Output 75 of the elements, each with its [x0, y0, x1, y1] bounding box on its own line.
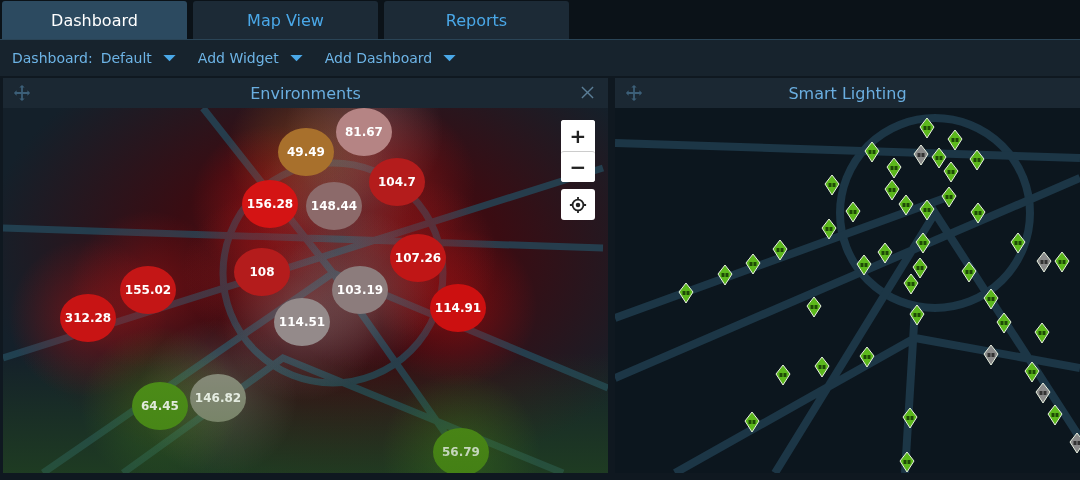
street-lamp-icon[interactable]: [775, 364, 791, 386]
street-lamp-icon[interactable]: [915, 232, 931, 254]
street-lamp-icon[interactable]: [821, 218, 837, 240]
map[interactable]: 81.67 49.49 104.7 156.28 148.44 107.26 114.91 108 103.19 114.51 155.02 312.28 146.82 64.45 56.79 + −: [3, 108, 608, 473]
panel-title: Smart Lighting: [788, 83, 907, 103]
street-lamp-icon[interactable]: [902, 407, 918, 429]
sensor-marker[interactable]: 155.02: [120, 266, 176, 314]
street-lamp-icon[interactable]: [814, 356, 830, 378]
menu-dropdown[interactable]: Add Dashboard: [324, 50, 457, 66]
tab[interactable]: Map View: [193, 1, 378, 39]
sensor-marker[interactable]: 64.45: [132, 382, 188, 430]
street-lamp-icon[interactable]: [884, 179, 900, 201]
street-lamp-icon[interactable]: [772, 239, 788, 261]
street-lamp-icon[interactable]: [983, 344, 999, 366]
sensor-marker[interactable]: 49.49: [278, 128, 334, 176]
sensor-marker[interactable]: 107.26: [390, 234, 446, 282]
street-lamp-icon[interactable]: [961, 261, 977, 283]
sensor-marker[interactable]: 81.67: [336, 108, 392, 156]
street-lamp-icon[interactable]: [886, 157, 902, 179]
street-lamp-icon[interactable]: [1010, 232, 1026, 254]
street-lamp-icon[interactable]: [877, 242, 893, 264]
street-lamp-icon[interactable]: [899, 451, 915, 473]
street-lamp-icon[interactable]: [970, 202, 986, 224]
street-lamp-icon[interactable]: [996, 312, 1012, 334]
street-lamp-icon[interactable]: [845, 201, 861, 223]
caret-icon: [443, 54, 457, 62]
tab[interactable]: Reports: [384, 1, 569, 39]
street-lamp-icon[interactable]: [1054, 251, 1070, 273]
street-lamp-icon[interactable]: [1047, 404, 1063, 426]
street-lamp-icon[interactable]: [903, 273, 919, 295]
sensor-marker[interactable]: 312.28: [60, 294, 116, 342]
sensor-marker[interactable]: 114.91: [430, 284, 486, 332]
locate-icon: [569, 195, 587, 214]
zoom-out-button[interactable]: −: [561, 151, 595, 182]
street-lamp-icon[interactable]: [745, 253, 761, 275]
sensor-marker[interactable]: 104.7: [369, 158, 425, 206]
street-lamp-icon[interactable]: [806, 296, 822, 318]
street-lamp-icon[interactable]: [943, 161, 959, 183]
street-lamp-icon[interactable]: [941, 186, 957, 208]
street-lamp-icon[interactable]: [913, 144, 929, 166]
tab[interactable]: Dashboard: [2, 1, 187, 39]
sensor-marker[interactable]: 103.19: [332, 266, 388, 314]
sensor-marker[interactable]: 148.44: [306, 182, 362, 230]
caret-icon: [162, 54, 176, 62]
street-lamp-icon[interactable]: [1035, 382, 1051, 404]
menu-dropdown[interactable]: Add Widget: [197, 50, 303, 66]
panel-title: Environments: [250, 83, 361, 103]
street-lamp-icon[interactable]: [1024, 361, 1040, 383]
close-icon[interactable]: [581, 86, 594, 99]
street-lamp-icon[interactable]: [1036, 251, 1052, 273]
street-lamp-icon[interactable]: [912, 257, 928, 279]
street-lamp-icon[interactable]: [1034, 322, 1050, 344]
locate-button[interactable]: [561, 189, 595, 220]
sensor-marker[interactable]: 114.51: [274, 298, 330, 346]
caret-icon: [289, 54, 303, 62]
sensor-marker[interactable]: 108: [234, 248, 290, 296]
street-lamp-icon[interactable]: [983, 288, 999, 310]
street-lamp-icon[interactable]: [919, 117, 935, 139]
street-lamp-icon[interactable]: [824, 174, 840, 196]
street-lamp-icon[interactable]: [859, 346, 875, 368]
street-lamp-icon[interactable]: [947, 129, 963, 151]
street-lamp-icon[interactable]: [856, 254, 872, 276]
street-lamp-icon[interactable]: [898, 194, 914, 216]
sensor-marker[interactable]: 56.79: [433, 428, 489, 473]
street-lamp-icon[interactable]: [717, 264, 733, 286]
street-lamp-icon[interactable]: [969, 149, 985, 171]
street-lamp-icon[interactable]: [864, 141, 880, 163]
dashboard-dropdown[interactable]: Dashboard: Default: [12, 50, 176, 66]
street-lamp-icon[interactable]: [931, 147, 947, 169]
sensor-marker[interactable]: 156.28: [242, 180, 298, 228]
sensor-marker[interactable]: 146.82: [190, 374, 246, 422]
street-lamp-icon[interactable]: [678, 282, 694, 304]
street-lamp-icon[interactable]: [744, 411, 760, 433]
street-lamp-icon[interactable]: [909, 304, 925, 326]
street-lamp-icon[interactable]: [919, 199, 935, 221]
